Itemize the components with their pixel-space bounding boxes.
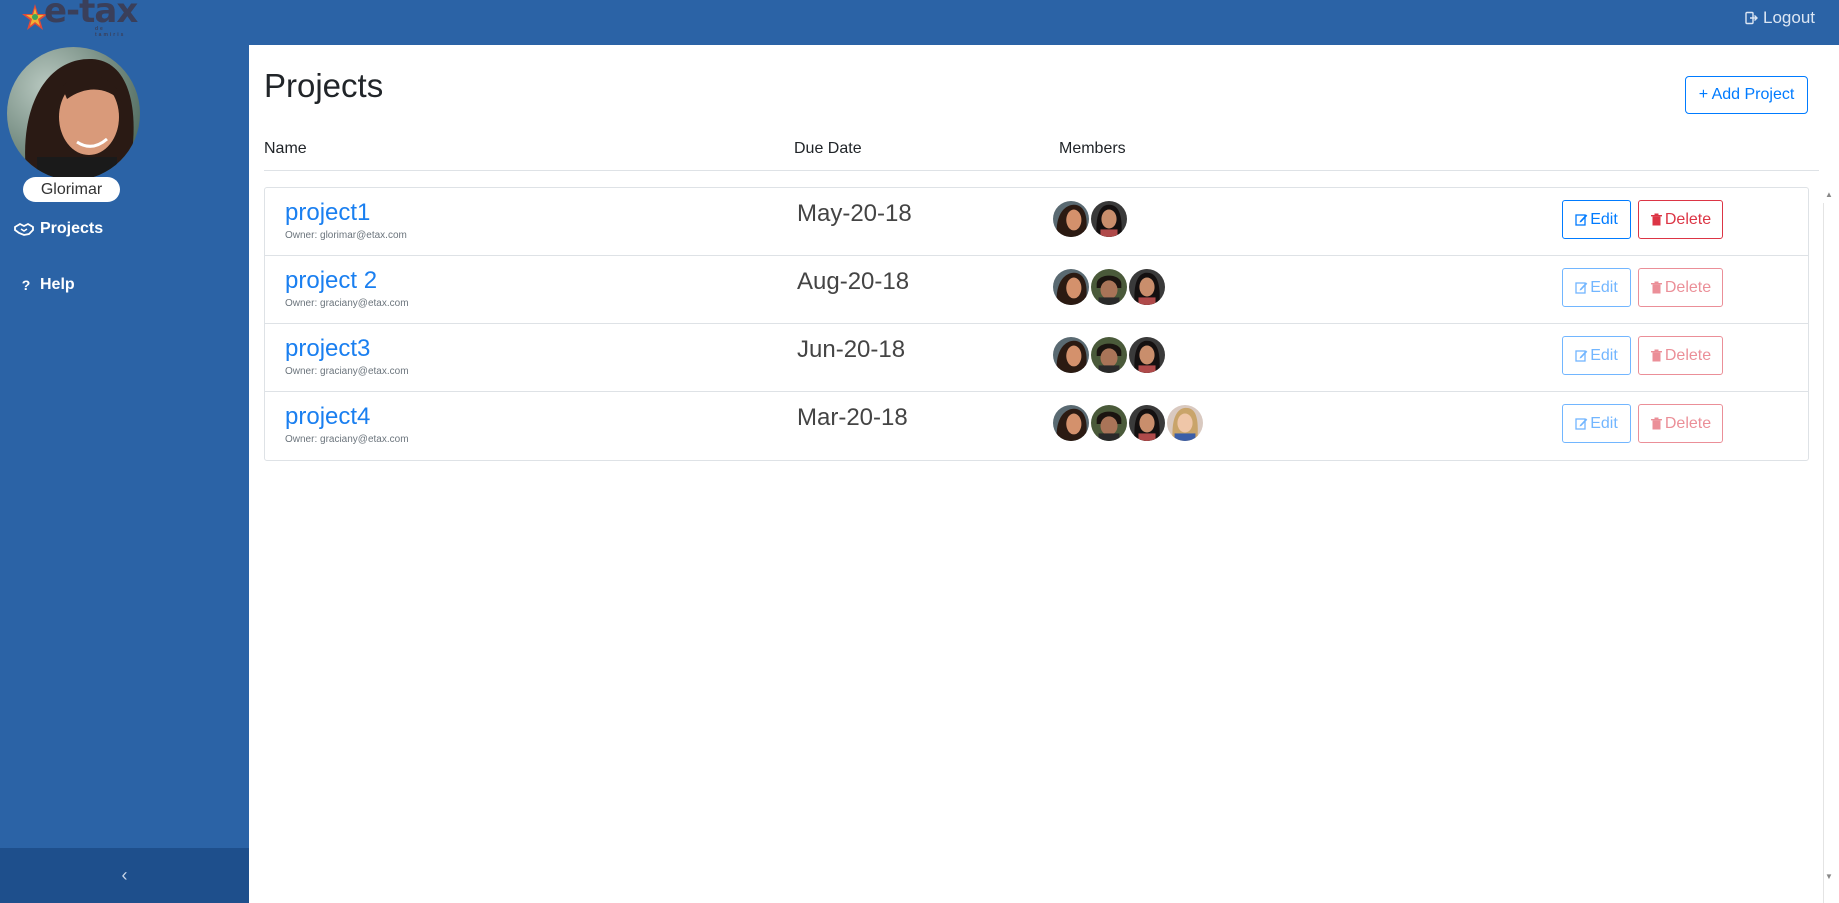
member-avatars (1052, 404, 1204, 442)
member-avatar[interactable] (1090, 200, 1128, 238)
delete-button[interactable]: Delete (1638, 404, 1723, 443)
delete-button[interactable]: Delete (1638, 268, 1723, 307)
sign-out-icon (1745, 11, 1758, 25)
edit-icon (1575, 282, 1588, 294)
edit-icon (1575, 214, 1588, 226)
sidebar-item-help[interactable]: ? Help (18, 276, 75, 294)
project-owner: Owner: graciany@etax.com (285, 434, 409, 445)
project-owner: Owner: graciany@etax.com (285, 298, 409, 309)
main-content: Projects + Add Project Name Due Date Mem… (249, 45, 1824, 903)
sidebar: Glorimar Projects ? Help ‹ (0, 45, 249, 903)
delete-label: Delete (1664, 210, 1712, 228)
trash-icon (1650, 349, 1662, 362)
question-icon: ? (21, 277, 31, 293)
project-row: project1 Owner: glorimar@etax.com May-20… (265, 188, 1808, 256)
member-avatar[interactable] (1090, 268, 1128, 306)
edit-label: Edit (1590, 414, 1618, 432)
member-avatar[interactable] (1128, 336, 1166, 374)
delete-label: Delete (1664, 414, 1712, 432)
sidebar-item-label: Projects (40, 220, 104, 237)
collapse-sidebar-button[interactable]: ‹ (0, 848, 249, 903)
column-header-due-date: Due Date (794, 140, 862, 157)
chevron-left-icon: ‹ (121, 865, 128, 885)
project-due-date: Aug-20-18 (797, 268, 910, 295)
edit-button[interactable]: Edit (1562, 404, 1631, 443)
trash-icon (1650, 281, 1662, 294)
project-owner: Owner: graciany@etax.com (285, 366, 409, 377)
sidebar-item-label: Help (40, 276, 75, 293)
sidebar-item-projects[interactable]: Projects (14, 220, 103, 238)
project-name-link[interactable]: project1 (285, 199, 370, 227)
project-row: project4 Owner: graciany@etax.com Mar-20… (265, 392, 1808, 460)
project-name-link[interactable]: project3 (285, 335, 370, 363)
edit-button[interactable]: Edit (1562, 268, 1631, 307)
scroll-down-arrow-icon[interactable]: ▼ (1825, 872, 1833, 881)
edit-button[interactable]: Edit (1562, 200, 1631, 239)
page-title: Projects (264, 67, 384, 104)
project-due-date: Mar-20-18 (797, 404, 908, 431)
member-avatar[interactable] (1052, 268, 1090, 306)
logout-label: Logout (1763, 8, 1815, 27)
member-avatar[interactable] (1090, 404, 1128, 442)
member-avatar[interactable] (1128, 268, 1166, 306)
project-name-link[interactable]: project 2 (285, 267, 377, 295)
project-list: project1 Owner: glorimar@etax.com May-20… (264, 187, 1809, 461)
project-row: project 2 Owner: graciany@etax.com Aug-2… (265, 256, 1808, 324)
logo-subtext: de tamiris (95, 26, 126, 38)
add-project-button[interactable]: + Add Project (1685, 76, 1808, 114)
member-avatar[interactable] (1052, 200, 1090, 238)
top-bar: e-tax de tamiris Logout (0, 0, 1839, 45)
project-name-link[interactable]: project4 (285, 403, 370, 431)
trash-icon (1650, 213, 1662, 226)
logo-text: e-tax (44, 0, 138, 31)
user-avatar[interactable] (7, 47, 140, 180)
column-header-members: Members (1059, 140, 1126, 157)
member-avatars (1052, 200, 1128, 238)
member-avatar[interactable] (1166, 404, 1204, 442)
delete-button[interactable]: Delete (1638, 200, 1723, 239)
scrollbar-track[interactable] (1823, 203, 1834, 903)
vertical-scrollbar[interactable]: ▲ ▼ (1819, 45, 1839, 903)
logout-link[interactable]: Logout (1745, 8, 1815, 28)
member-avatars (1052, 336, 1166, 374)
edit-icon (1575, 350, 1588, 362)
edit-label: Edit (1590, 210, 1618, 228)
user-photo (7, 47, 140, 180)
project-row: project3 Owner: graciany@etax.com Jun-20… (265, 324, 1808, 392)
edit-label: Edit (1590, 346, 1618, 364)
scroll-up-arrow-icon[interactable]: ▲ (1825, 190, 1833, 199)
project-due-date: Jun-20-18 (797, 336, 906, 363)
project-owner: Owner: glorimar@etax.com (285, 230, 407, 241)
member-avatar[interactable] (1128, 404, 1166, 442)
delete-button[interactable]: Delete (1638, 336, 1723, 375)
username-badge: Glorimar (23, 177, 120, 202)
member-avatar[interactable] (1052, 336, 1090, 374)
edit-label: Edit (1590, 278, 1618, 296)
edit-button[interactable]: Edit (1562, 336, 1631, 375)
project-due-date: May-20-18 (797, 200, 912, 227)
column-header-name: Name (264, 140, 307, 157)
edit-icon (1575, 418, 1588, 430)
member-avatar[interactable] (1052, 404, 1090, 442)
delete-label: Delete (1664, 346, 1712, 364)
member-avatars (1052, 268, 1166, 306)
delete-label: Delete (1664, 278, 1712, 296)
handshake-icon (14, 222, 34, 236)
etax-logo[interactable]: e-tax de tamiris (20, 0, 138, 38)
member-avatar[interactable] (1090, 336, 1128, 374)
trash-icon (1650, 417, 1662, 430)
header-divider (264, 170, 1824, 171)
